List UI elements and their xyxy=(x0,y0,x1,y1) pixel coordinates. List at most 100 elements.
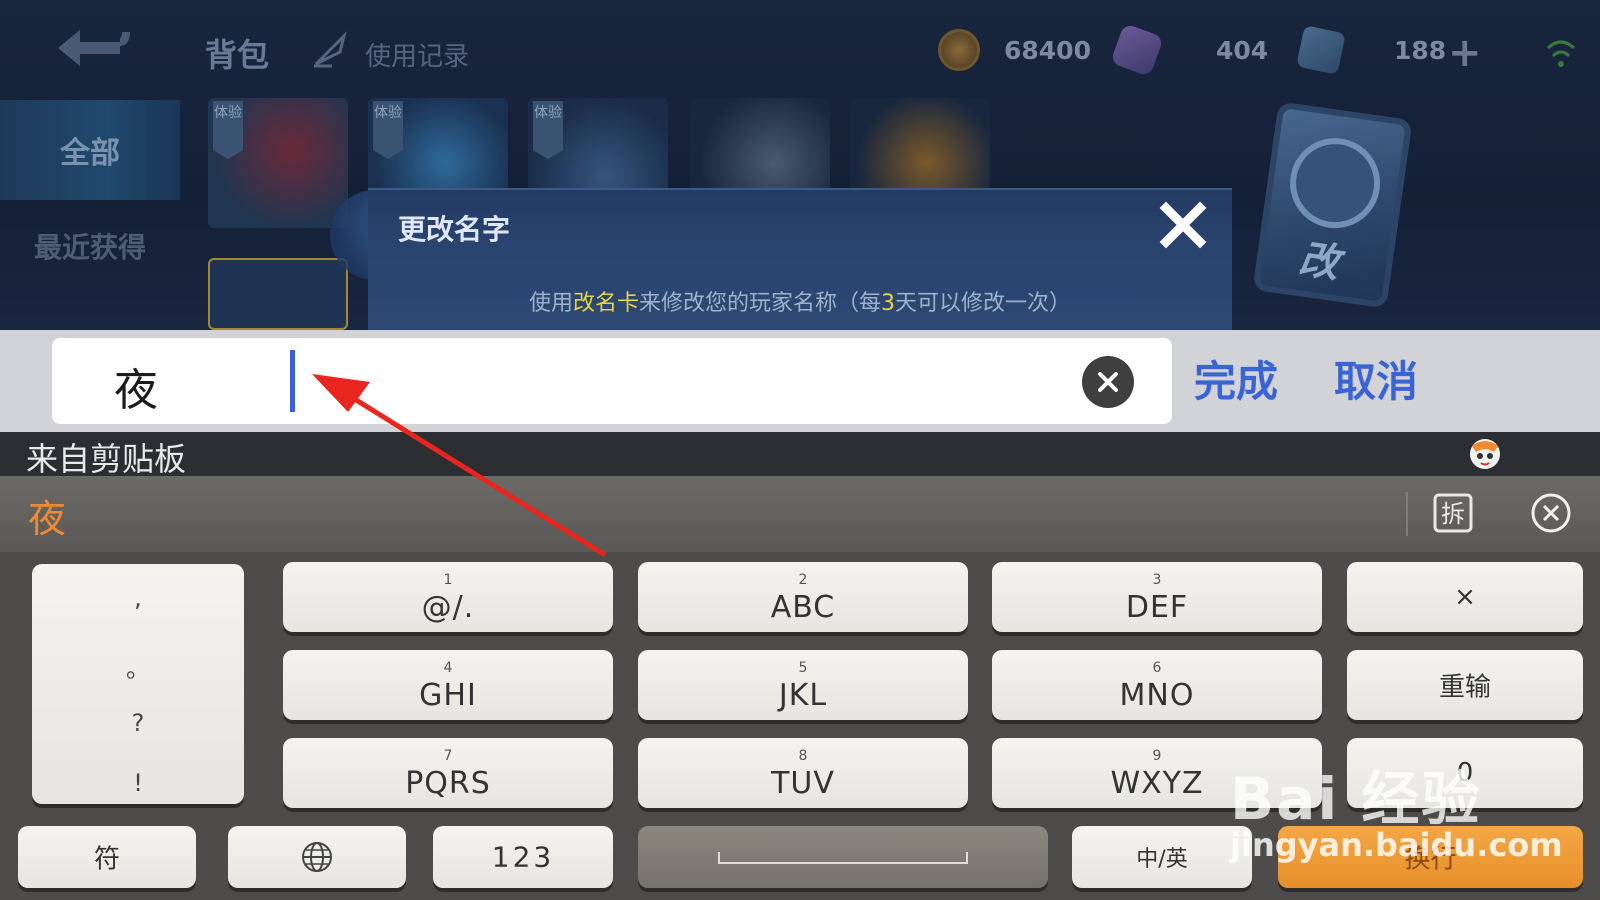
inventory-item[interactable]: 体验 xyxy=(208,98,348,228)
cancel-button[interactable]: 取消 xyxy=(1334,348,1418,409)
dialog-close-icon[interactable] xyxy=(1158,200,1208,250)
desc-prefix: 使用 xyxy=(528,291,573,316)
gold-coin-icon xyxy=(938,29,980,71)
voucher-value: 188 xyxy=(1394,35,1447,65)
key-letters: ABC xyxy=(770,590,836,625)
punct-comma[interactable]: , xyxy=(32,584,244,612)
key-letters: GHI xyxy=(419,678,477,713)
ime-input-bar: 夜 完成 取消 xyxy=(0,330,1600,432)
clipboard-label[interactable]: 来自剪贴板 xyxy=(26,434,186,480)
number-mode-label: 123 xyxy=(491,840,555,874)
rename-card-label: 改 xyxy=(1295,236,1342,288)
split-character-icon[interactable]: 拆 xyxy=(1432,492,1474,534)
key-number: 1 xyxy=(443,572,453,588)
key-letters: @/. xyxy=(421,590,475,625)
desc-highlight-card: 改名卡 xyxy=(572,291,639,316)
reset-key[interactable]: 重输 xyxy=(1347,650,1583,720)
key-letters: MNO xyxy=(1119,678,1195,713)
name-input-field[interactable]: 夜 xyxy=(52,338,1172,424)
symbol-key[interactable]: 符 xyxy=(18,826,196,888)
text-caret xyxy=(290,350,295,412)
key-number: 7 xyxy=(443,748,453,764)
clear-input-button[interactable] xyxy=(1082,356,1134,408)
tab-bag[interactable]: 背包 xyxy=(205,30,269,76)
trial-tag: 体验 xyxy=(373,101,403,159)
key-2[interactable]: 2 ABC xyxy=(638,562,968,632)
screen: 背包 使用记录 68400 404 188 + 全部 最近获得 体验 体验 体验… xyxy=(0,0,1600,900)
desc-middle: 来修改您的玩家名称（每 xyxy=(639,291,882,316)
key-number: 2 xyxy=(798,572,808,588)
clear-x-icon xyxy=(1098,372,1118,392)
split-character-label: 拆 xyxy=(1441,500,1465,528)
key-5[interactable]: 5 JKL xyxy=(638,650,968,720)
punct-period[interactable]: 。 xyxy=(32,649,244,684)
plus-icon[interactable]: + xyxy=(1448,30,1482,76)
key-number: 8 xyxy=(798,748,808,764)
key-letters: JKL xyxy=(778,678,828,713)
clipboard-bar: 来自剪贴板 xyxy=(0,432,1600,478)
key-number: 4 xyxy=(443,660,453,676)
rename-card-preview: 改 xyxy=(1252,101,1413,309)
done-button[interactable]: 完成 xyxy=(1194,348,1278,409)
key-number: 5 xyxy=(798,660,808,676)
mascot-icon[interactable] xyxy=(1468,436,1502,470)
gold-counter: 68400 xyxy=(938,28,1091,72)
delete-x-icon: × xyxy=(1454,582,1476,612)
candidate-word[interactable]: 夜 xyxy=(28,488,66,543)
trial-tag: 体验 xyxy=(533,101,563,159)
game-background: 背包 使用记录 68400 404 188 + 全部 最近获得 体验 体验 体验… xyxy=(0,0,1600,330)
punctuation-column[interactable]: , 。 ? ! xyxy=(32,564,244,804)
keyboard-close-icon[interactable] xyxy=(1530,492,1572,534)
back-arrow-icon[interactable] xyxy=(50,22,130,72)
diamond-icon xyxy=(1110,23,1164,77)
key-1[interactable]: 1 @/. xyxy=(283,562,613,632)
space-bar-icon xyxy=(718,852,968,864)
key-3[interactable]: 3 DEF xyxy=(992,562,1322,632)
key-letters: TUV xyxy=(771,766,835,801)
diamond-value: 404 xyxy=(1216,35,1269,65)
candidate-bar: 夜 拆 xyxy=(0,476,1600,552)
punct-question[interactable]: ? xyxy=(32,709,244,737)
key-number: 6 xyxy=(1152,660,1162,676)
sidebar-item-recent[interactable]: 最近获得 xyxy=(0,226,180,266)
dialog-title: 更改名字 xyxy=(398,213,511,246)
tab-usage-history[interactable]: 使用记录 xyxy=(365,36,469,73)
baidu-watermark-logo: Bai 经验 xyxy=(1230,765,1482,833)
punct-exclaim[interactable]: ! xyxy=(32,769,244,797)
voucher-counter: 188 xyxy=(1296,25,1447,75)
gold-value: 68400 xyxy=(1004,35,1091,65)
desc-suffix: 天可以修改一次） xyxy=(895,291,1072,316)
desc-highlight-days: 3 xyxy=(881,291,896,316)
trial-tag: 体验 xyxy=(213,101,243,159)
dialog-description: 使用改名卡来修改您的玩家名称（每3天可以修改一次） xyxy=(368,285,1232,317)
globe-icon xyxy=(302,842,332,872)
language-switch-key[interactable] xyxy=(228,826,406,888)
key-6[interactable]: 6 MNO xyxy=(992,650,1322,720)
name-input-value: 夜 xyxy=(114,365,158,416)
game-sidebar: 全部 最近获得 xyxy=(0,98,180,330)
key-letters: DEF xyxy=(1125,590,1189,625)
wifi-icon xyxy=(1546,40,1576,67)
baidu-watermark-site: jingyan.baidu.com xyxy=(1230,826,1563,864)
chinese-english-label: 中/英 xyxy=(1136,847,1188,872)
sidebar-item-all[interactable]: 全部 xyxy=(0,100,180,200)
key-number: 3 xyxy=(1152,572,1162,588)
key-7[interactable]: 7 PQRS xyxy=(283,738,613,808)
number-mode-key[interactable]: 123 xyxy=(433,826,613,888)
voucher-icon xyxy=(1296,25,1346,75)
helmet-emblem-icon xyxy=(1284,132,1386,234)
game-topbar: 背包 使用记录 68400 404 188 + xyxy=(0,0,1600,95)
key-4[interactable]: 4 GHI xyxy=(283,650,613,720)
key-letters: PQRS xyxy=(405,766,491,801)
candidate-divider xyxy=(1406,492,1408,536)
diamond-counter: 404 xyxy=(1110,23,1269,77)
space-key[interactable] xyxy=(638,826,1048,888)
quill-icon xyxy=(314,31,347,68)
inventory-item-rename-card[interactable] xyxy=(208,258,348,330)
delete-key[interactable]: × xyxy=(1347,562,1583,632)
reset-key-label: 重输 xyxy=(1438,672,1491,703)
symbol-key-label: 符 xyxy=(93,844,120,875)
key-8[interactable]: 8 TUV xyxy=(638,738,968,808)
rename-dialog: 更改名字 使用改名卡来修改您的玩家名称（每3天可以修改一次） xyxy=(368,188,1232,330)
chinese-english-toggle[interactable]: 中/英 xyxy=(1072,826,1252,888)
